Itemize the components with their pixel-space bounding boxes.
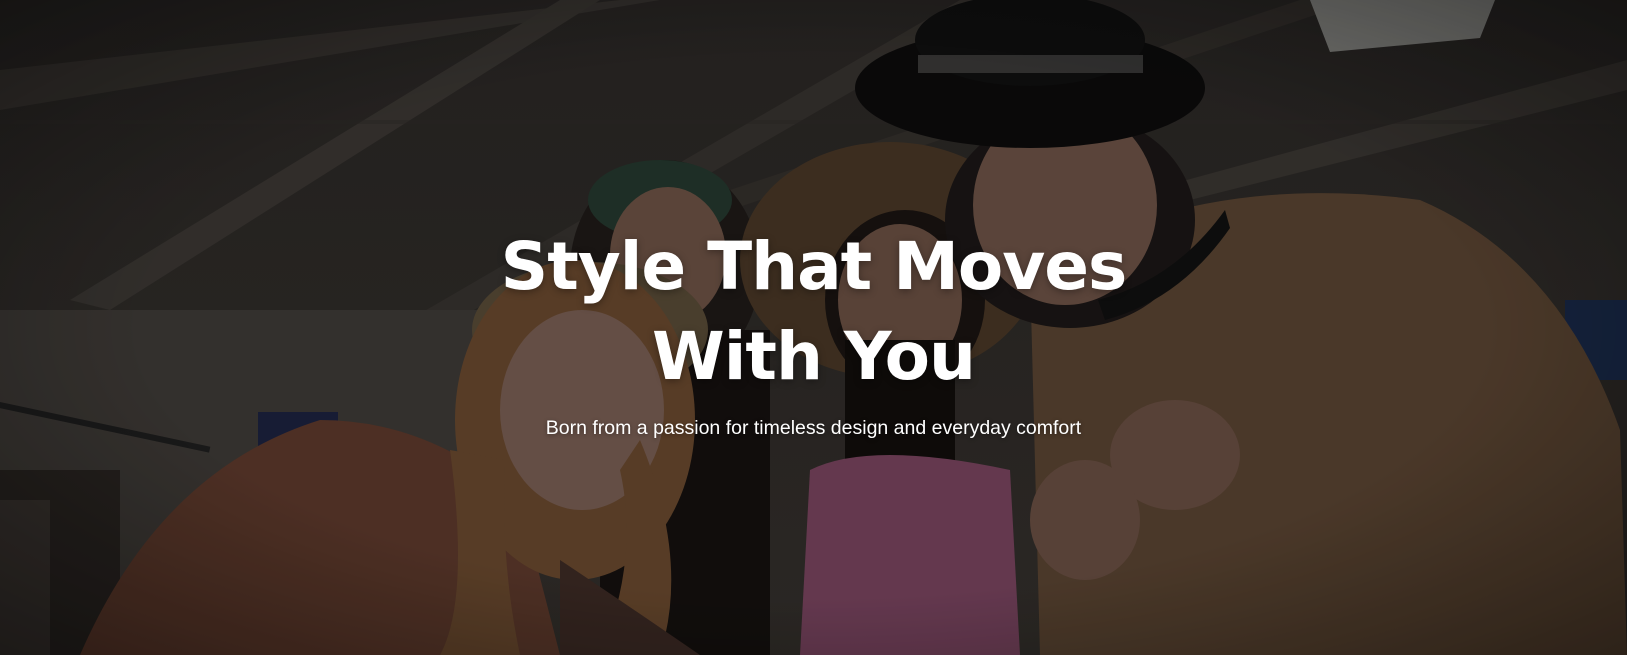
hero-subtitle: Born from a passion for timeless design …: [545, 417, 1082, 439]
hero-title: Style That Moves With You: [0, 222, 1627, 402]
hero-title-line-2: With You: [652, 318, 976, 395]
hero-section: Style That Moves With You Born from a pa…: [0, 0, 1627, 655]
hero-title-line-1: Style That Moves: [500, 228, 1128, 305]
hero-content: Style That Moves With You Born from a pa…: [0, 0, 1627, 655]
